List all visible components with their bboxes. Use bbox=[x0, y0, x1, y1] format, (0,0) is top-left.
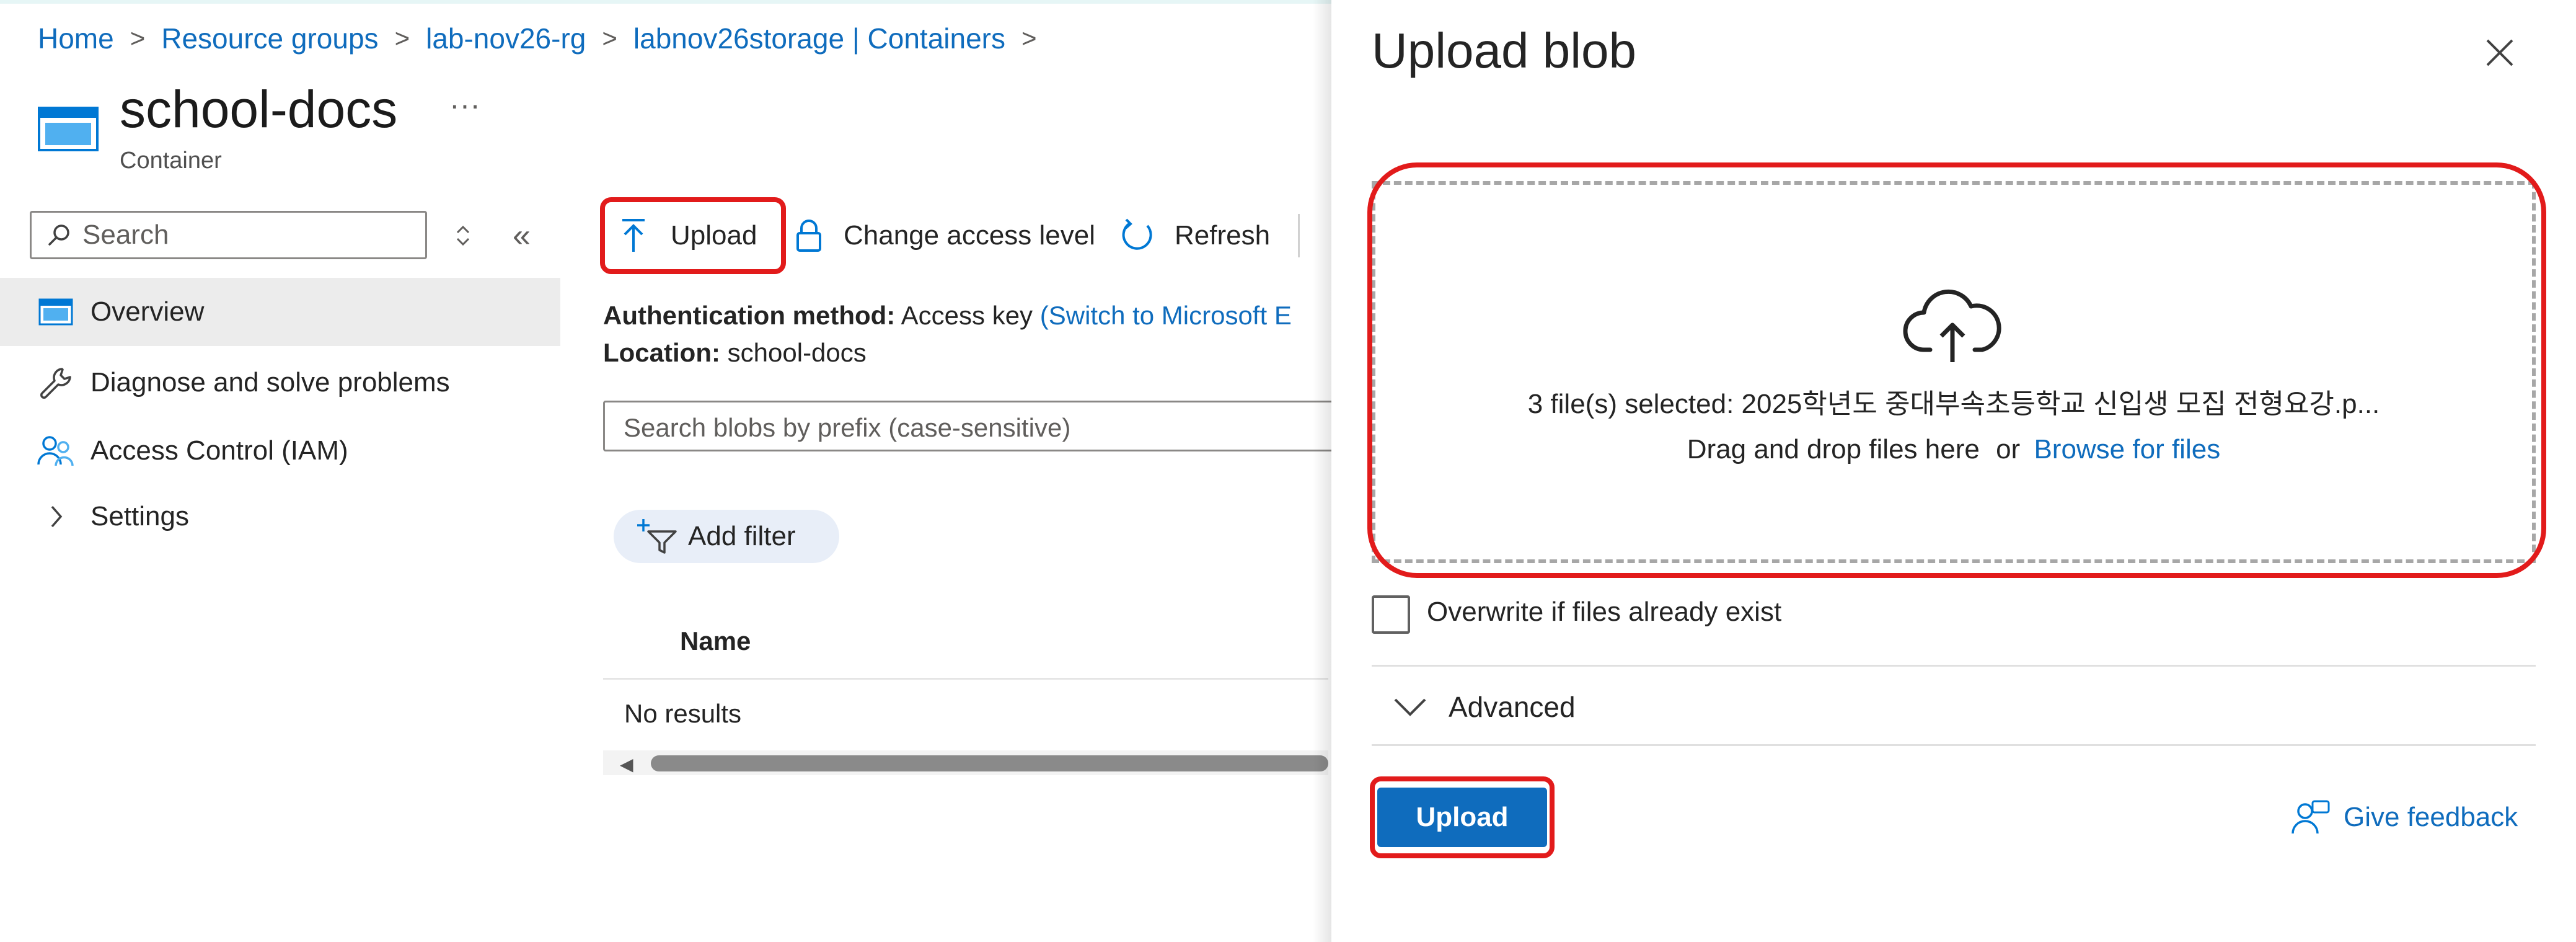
auth-method-value: Access key bbox=[901, 301, 1033, 330]
toolbar-divider bbox=[1298, 214, 1300, 257]
sidebar-item-label: Access Control (IAM) bbox=[90, 435, 348, 466]
breadcrumb: Home > Resource groups > lab-nov26-rg > … bbox=[38, 21, 1053, 56]
scrollbar-thumb[interactable] bbox=[651, 755, 1328, 771]
refresh-label: Refresh bbox=[1175, 220, 1271, 251]
sidebar-item-label: Settings bbox=[90, 501, 189, 531]
close-icon[interactable] bbox=[2481, 34, 2518, 71]
sidebar-search-input[interactable] bbox=[81, 219, 406, 251]
feedback-icon bbox=[2291, 800, 2330, 834]
location-label: Location: bbox=[603, 338, 720, 367]
breadcrumb-separator: > bbox=[602, 24, 617, 53]
breadcrumb-separator: > bbox=[130, 24, 146, 53]
overwrite-label[interactable]: Overwrite if files already exist bbox=[1427, 597, 1781, 628]
add-filter-icon bbox=[637, 519, 677, 554]
overwrite-checkbox[interactable] bbox=[1372, 595, 1410, 634]
sidebar-item-label: Diagnose and solve problems bbox=[90, 367, 450, 398]
breadcrumb-containers[interactable]: labnov26storage | Containers bbox=[633, 22, 1005, 55]
auth-method-label: Authentication method: bbox=[603, 301, 896, 330]
upload-button-highlight bbox=[600, 197, 786, 274]
selected-files-text: 3 file(s) selected: 2025학년도 중대부속초등학교 신입생… bbox=[1527, 389, 2380, 419]
column-header-name[interactable]: Name bbox=[680, 626, 751, 656]
sidebar-search[interactable] bbox=[30, 211, 427, 259]
breadcrumb-resource-groups[interactable]: Resource groups bbox=[161, 22, 378, 55]
give-feedback-link[interactable]: Give feedback bbox=[2290, 797, 2518, 838]
or-text: or bbox=[1996, 434, 2021, 464]
panel-title: Upload blob bbox=[1372, 23, 1636, 78]
cloud-upload-icon bbox=[1903, 289, 2001, 362]
chevron-down-icon[interactable] bbox=[1392, 688, 1429, 726]
advanced-section-toggle[interactable]: Advanced bbox=[1449, 690, 1576, 724]
table-divider bbox=[603, 678, 1328, 680]
switch-auth-link[interactable]: (Switch to Microsoft E bbox=[1040, 301, 1292, 330]
location-value: school-docs bbox=[727, 338, 867, 367]
chevron-right-icon bbox=[51, 505, 63, 528]
drag-drop-text: Drag and drop files here bbox=[1687, 434, 1980, 464]
dropzone-highlight bbox=[1367, 162, 2546, 578]
lock-icon bbox=[796, 220, 821, 252]
add-filter-label: Add filter bbox=[688, 521, 796, 551]
refresh-icon bbox=[1122, 218, 1152, 250]
blob-prefix-search-input[interactable] bbox=[622, 412, 1307, 443]
people-icon bbox=[37, 436, 74, 466]
sidebar-item-overview[interactable]: Overview bbox=[0, 278, 560, 346]
drag-drop-row: Drag and drop files here or Browse for f… bbox=[1372, 434, 2536, 465]
browse-files-link[interactable]: Browse for files bbox=[2034, 434, 2220, 464]
sidebar-item-label: Overview bbox=[90, 296, 205, 327]
upload-submit-highlight bbox=[1370, 776, 1555, 858]
page-title: school-docs bbox=[120, 80, 398, 138]
more-options-icon[interactable]: ··· bbox=[449, 87, 480, 123]
overview-icon bbox=[38, 298, 73, 326]
blob-prefix-search[interactable] bbox=[603, 401, 1347, 451]
empty-results-text: No results bbox=[624, 699, 742, 728]
page-subtitle: Container bbox=[120, 148, 222, 174]
section-divider bbox=[1372, 665, 2536, 667]
section-divider bbox=[1372, 744, 2536, 746]
panel-shadow bbox=[1313, 0, 1331, 942]
refresh-button[interactable]: Refresh bbox=[1119, 205, 1270, 267]
breadcrumb-resource-group[interactable]: lab-nov26-rg bbox=[426, 22, 586, 55]
breadcrumb-separator: > bbox=[1021, 24, 1037, 53]
change-access-level-button[interactable]: Change access level bbox=[795, 205, 1095, 267]
auth-method-row: Authentication method: Access key (Switc… bbox=[603, 301, 1292, 331]
sidebar-item-diagnose[interactable]: Diagnose and solve problems bbox=[0, 349, 560, 417]
sidebar-item-settings[interactable]: Settings bbox=[0, 482, 560, 551]
breadcrumb-home[interactable]: Home bbox=[38, 22, 114, 55]
sidebar-item-access-control[interactable]: Access Control (IAM) bbox=[0, 417, 560, 485]
collapse-sidebar-icon[interactable]: « bbox=[513, 220, 531, 252]
add-filter-button[interactable]: Add filter bbox=[614, 510, 839, 563]
breadcrumb-separator: > bbox=[394, 24, 410, 53]
sort-updown-icon[interactable] bbox=[452, 220, 474, 251]
scroll-left-arrow-icon[interactable]: ◀ bbox=[620, 754, 633, 775]
location-row: Location: school-docs bbox=[603, 338, 867, 368]
change-access-level-label: Change access level bbox=[844, 220, 1096, 251]
container-icon bbox=[38, 107, 99, 151]
give-feedback-label: Give feedback bbox=[2344, 802, 2518, 832]
search-icon bbox=[48, 224, 69, 246]
wrench-icon bbox=[40, 368, 71, 399]
